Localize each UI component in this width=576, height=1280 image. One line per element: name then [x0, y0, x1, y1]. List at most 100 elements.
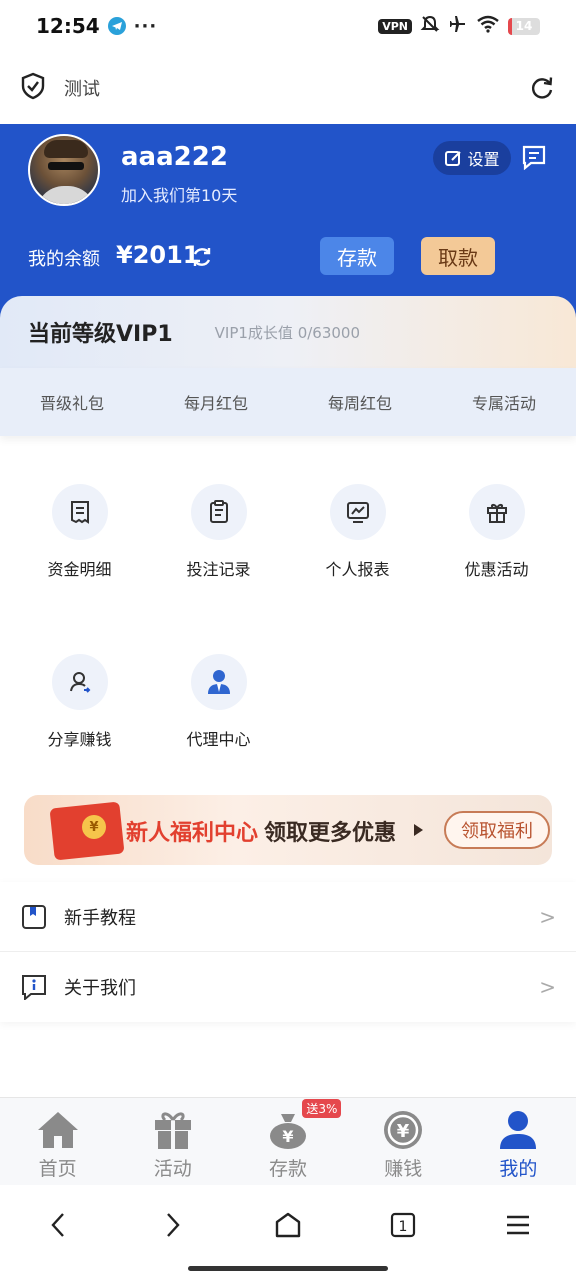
- refresh-icon: [531, 77, 553, 99]
- menu-button[interactable]: [498, 1205, 538, 1245]
- grid-item-fund-details[interactable]: 资金明细: [10, 484, 149, 584]
- tab-label: 存款: [269, 1158, 308, 1180]
- refresh-button[interactable]: [528, 74, 556, 102]
- home-icon: [275, 1212, 301, 1238]
- grid-item-share-earn[interactable]: 分享赚钱: [10, 654, 149, 754]
- shield-check-icon: [20, 72, 46, 104]
- banner-text: 领取更多优惠: [264, 821, 397, 846]
- chart-monitor-icon: [329, 484, 386, 540]
- yen-coin-icon: ¥: [384, 1111, 423, 1149]
- app-header: 测试: [0, 52, 576, 124]
- profile-section: aaa222 加入我们第10天 设置 我的余额 ¥2011 存款 取款: [0, 124, 576, 324]
- perk-weekly-redpacket[interactable]: 每周红包: [288, 368, 432, 436]
- menu-list: 新手教程 > 关于我们 >: [0, 882, 576, 1022]
- status-time: 12:54: [36, 14, 100, 38]
- user-share-icon: [51, 654, 108, 710]
- grid-label: 分享赚钱: [47, 730, 112, 749]
- refresh-icon: [193, 248, 211, 266]
- banner-highlight-text: 新人福利中心: [126, 821, 259, 846]
- tab-deposit[interactable]: 送3% ¥ 存款: [230, 1098, 345, 1185]
- vip-card[interactable]: 当前等级VIP1 VIP1成长值 0/63000: [0, 296, 576, 368]
- vpn-badge: VPN: [378, 18, 412, 34]
- bookmark-icon: [20, 903, 48, 931]
- home-indicator[interactable]: [188, 1266, 388, 1271]
- svg-text:¥: ¥: [282, 1127, 293, 1146]
- grid-label: 资金明细: [47, 560, 112, 579]
- triangle-right-icon: [414, 824, 423, 836]
- more-notifications-icon: ···: [133, 15, 158, 37]
- claim-welfare-button[interactable]: 领取福利: [444, 811, 550, 849]
- tab-label: 活动: [153, 1158, 192, 1180]
- join-days-text: 加入我们第10天: [121, 186, 238, 205]
- tab-label: 我的: [499, 1158, 538, 1180]
- grid-item-promotions[interactable]: 优惠活动: [427, 484, 566, 584]
- clipboard-icon: [190, 484, 247, 540]
- grid-item-personal-report[interactable]: 个人报表: [288, 484, 427, 584]
- menu-icon: [507, 1215, 530, 1235]
- tab-activity[interactable]: 活动: [115, 1098, 230, 1185]
- balance-value: ¥2011: [116, 241, 200, 269]
- list-label: 新手教程: [64, 907, 136, 929]
- list-item-about-us[interactable]: 关于我们 >: [0, 952, 576, 1022]
- grid-item-agent-center[interactable]: 代理中心: [149, 654, 288, 754]
- message-button[interactable]: [520, 144, 550, 172]
- tab-label: 赚钱: [384, 1158, 423, 1180]
- perk-monthly-redpacket[interactable]: 每月红包: [144, 368, 288, 436]
- tab-count: 1: [399, 1219, 408, 1235]
- balance-label: 我的余额: [28, 249, 100, 270]
- perk-upgrade-gift[interactable]: 晋级礼包: [0, 368, 144, 436]
- withdraw-button[interactable]: 取款: [421, 237, 495, 275]
- status-bar: 12:54 ··· VPN 14: [0, 0, 576, 52]
- home-button[interactable]: [268, 1205, 308, 1245]
- tabs-button[interactable]: 1: [383, 1205, 423, 1245]
- vip-level-title: 当前等级VIP1: [28, 322, 173, 347]
- telegram-icon: [107, 17, 126, 35]
- tab-home[interactable]: 首页: [0, 1098, 115, 1185]
- chevron-right-icon: >: [539, 904, 556, 929]
- battery-level: [508, 17, 513, 35]
- avatar[interactable]: [28, 134, 100, 206]
- vip-progress-text: VIP1成长值 0/63000: [214, 323, 361, 342]
- user-icon: [500, 1111, 537, 1149]
- bottom-tab-bar: 首页 活动 送3% ¥ 存款 ¥ 赚钱 我的: [0, 1097, 576, 1185]
- username: aaa222: [121, 142, 228, 172]
- grid-label: 代理中心: [186, 730, 251, 749]
- wifi-icon: [476, 15, 500, 37]
- tab-earn[interactable]: ¥ 赚钱: [346, 1098, 461, 1185]
- grid-label: 投注记录: [186, 560, 251, 579]
- mute-icon: [420, 14, 440, 38]
- grid-item-bet-records[interactable]: 投注记录: [149, 484, 288, 584]
- info-icon: [20, 973, 48, 1001]
- edit-icon: [445, 151, 462, 166]
- forward-button[interactable]: [153, 1205, 193, 1245]
- tab-label: 首页: [38, 1158, 77, 1180]
- back-icon: [50, 1213, 64, 1237]
- battery-text: 14: [515, 19, 533, 33]
- settings-label: 设置: [467, 150, 500, 169]
- gift-icon: [468, 484, 525, 540]
- gift-box-icon: [154, 1112, 191, 1149]
- coin-icon: ¥: [82, 815, 106, 839]
- list-item-tutorial[interactable]: 新手教程 >: [0, 882, 576, 952]
- page-title: 测试: [64, 79, 100, 100]
- browser-nav-bar: 1: [0, 1185, 576, 1265]
- chevron-right-icon: >: [539, 975, 556, 999]
- balance-refresh-button[interactable]: [190, 245, 214, 269]
- tab-mine[interactable]: 我的: [461, 1098, 576, 1185]
- settings-button[interactable]: 设置: [433, 141, 511, 175]
- new-user-welfare-banner[interactable]: ¥ 新人福利中心 领取更多优惠 领取福利: [24, 795, 552, 865]
- deposit-button[interactable]: 存款: [320, 237, 394, 275]
- forward-icon: [166, 1213, 180, 1237]
- home-icon: [37, 1112, 78, 1148]
- back-button[interactable]: [38, 1205, 78, 1245]
- vip-perks: 晋级礼包 每月红包 每周红包 专属活动: [0, 368, 576, 436]
- svg-text:¥: ¥: [397, 1121, 410, 1142]
- agent-icon: [190, 654, 247, 710]
- promo-badge: 送3%: [302, 1099, 342, 1118]
- grid-label: 个人报表: [325, 560, 390, 579]
- perk-exclusive-activity[interactable]: 专属活动: [432, 368, 576, 436]
- list-label: 关于我们: [64, 978, 136, 999]
- airplane-icon: [448, 14, 468, 38]
- battery-icon: 14: [508, 17, 540, 35]
- grid-label: 优惠活动: [464, 560, 529, 579]
